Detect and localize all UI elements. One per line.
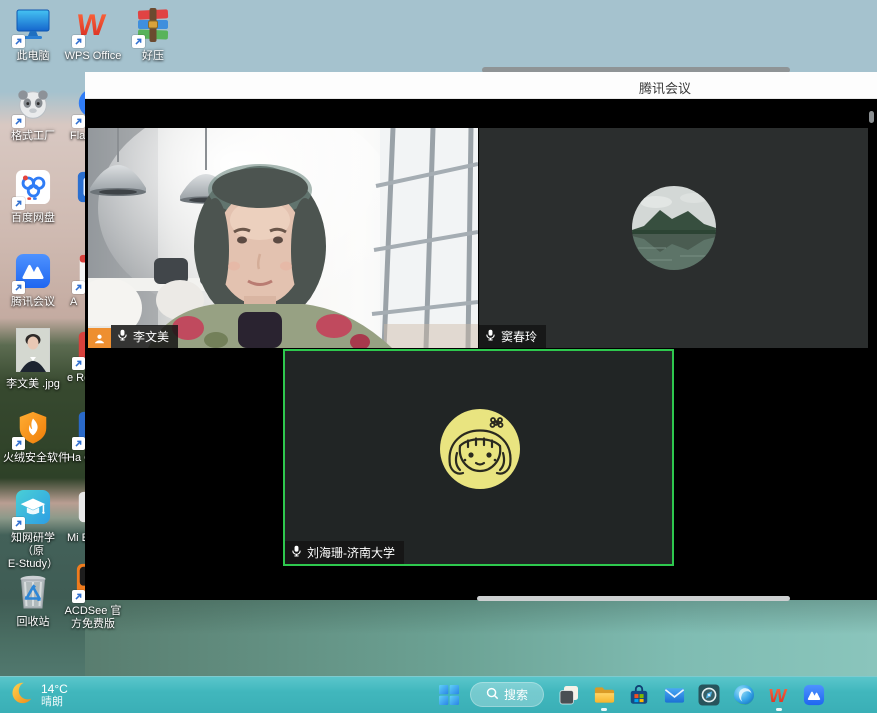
participant-name-chip: 刘海珊-济南大学	[285, 541, 404, 564]
mic-on-icon	[291, 544, 302, 561]
desktop-icon-this-pc[interactable]: 此电脑	[3, 8, 63, 63]
microsoft-store-button[interactable]	[626, 682, 652, 708]
desktop-icon-label: 腾讯会议	[3, 296, 63, 309]
window-title: 腾讯会议	[605, 78, 725, 97]
desktop-screen: 此电脑 格式工厂 百度网盘 腾讯会议	[0, 0, 877, 713]
desktop-icon-label: 百度网盘	[3, 212, 63, 225]
shortcut-arrow-icon	[72, 437, 85, 450]
desktop-icon-huorong[interactable]: 火绒安全软件	[3, 410, 63, 465]
participant-name-chip: 窦春玲	[479, 325, 546, 348]
shortcut-arrow-icon	[72, 590, 85, 603]
desktop-icon-label: WPS Office	[63, 50, 123, 63]
compass-clock-app-button[interactable]	[696, 682, 722, 708]
desktop-icon-label: 格式工厂	[3, 130, 63, 143]
video-tile-liuhaishan[interactable]: 刘海珊-济南大学	[283, 349, 674, 566]
desktop-icon-label: 知网研学（原E-Study）	[3, 532, 63, 571]
shortcut-arrow-icon	[72, 281, 85, 294]
desktop-icon-cnki-estudy[interactable]: 知网研学（原E-Study）	[3, 490, 63, 571]
desktop-icon-format-factory[interactable]: 格式工厂	[3, 88, 63, 143]
desktop-icon-label: ACDSee 官方免费版	[63, 605, 123, 631]
shortcut-arrow-icon	[72, 35, 85, 48]
moon-icon	[8, 680, 34, 711]
scrollbar-thumb[interactable]	[869, 111, 874, 123]
shortcut-arrow-icon	[12, 281, 25, 294]
mic-on-icon	[485, 328, 496, 345]
taskbar: 14°C 晴朗 搜索	[0, 676, 877, 713]
participant-name-chip: 李文美	[111, 325, 178, 348]
desktop-icon-label: 李文美 .jpg	[3, 378, 63, 391]
start-button[interactable]	[436, 682, 462, 708]
desktop-icon-photo-jpg[interactable]: 李文美 .jpg	[3, 330, 63, 391]
task-view-button[interactable]	[556, 682, 582, 708]
weather-condition: 晴朗	[41, 696, 68, 709]
taskbar-search[interactable]: 搜索	[470, 682, 544, 707]
participant-name: 窦春玲	[501, 330, 537, 344]
shortcut-arrow-icon	[12, 517, 25, 530]
edge-browser-button[interactable]	[731, 682, 757, 708]
desktop-icon-label: 此电脑	[3, 50, 63, 63]
lake-avatar	[632, 186, 716, 270]
search-label: 搜索	[504, 686, 528, 703]
tencent-meeting-window: 腾讯会议	[85, 72, 877, 600]
shortcut-arrow-icon	[12, 197, 25, 210]
shortcut-arrow-icon	[72, 115, 85, 128]
running-indicator	[776, 708, 782, 711]
desktop-icon-tencent-meeting[interactable]: 腾讯会议	[3, 254, 63, 309]
cartoon-girl-avatar	[440, 409, 520, 489]
running-indicator	[601, 708, 607, 711]
search-icon	[486, 687, 499, 703]
weather-widget[interactable]: 14°C 晴朗	[8, 680, 68, 711]
photo-thumbnail	[16, 328, 50, 377]
video-tile-douchunling[interactable]: 窦春玲	[479, 128, 868, 348]
tencent-meeting-taskbar-button[interactable]	[801, 682, 827, 708]
host-badge-icon	[88, 328, 111, 348]
recycle-bin-icon	[16, 572, 50, 615]
shortcut-arrow-icon	[12, 115, 25, 128]
wps-office-taskbar-button[interactable]: W	[766, 682, 792, 708]
video-tile-liwenmei[interactable]: 李文美	[88, 128, 478, 348]
mic-on-icon	[117, 328, 128, 345]
desktop-icon-haozip[interactable]: 好压	[123, 8, 183, 63]
participant-name: 刘海珊-济南大学	[307, 546, 395, 560]
shortcut-arrow-icon	[72, 357, 85, 370]
svg-text:W: W	[768, 686, 788, 706]
desktop-icon-recycle-bin[interactable]: 回收站	[3, 574, 63, 629]
mail-button[interactable]	[661, 682, 687, 708]
wallpaper-water	[85, 600, 877, 676]
background-window-bottom-edge	[477, 596, 790, 601]
window-titlebar[interactable]: 腾讯会议	[85, 72, 877, 99]
shortcut-arrow-icon	[132, 35, 145, 48]
desktop-icon-baidu-netdisk[interactable]: 百度网盘	[3, 170, 63, 225]
shortcut-arrow-icon	[12, 437, 25, 450]
desktop-icon-label: 火绒安全软件	[3, 452, 63, 465]
desktop-icon-label: 回收站	[3, 616, 63, 629]
desktop-icon-label: 好压	[123, 50, 183, 63]
file-explorer-button[interactable]	[591, 682, 617, 708]
meeting-toolbar-strip	[85, 99, 877, 128]
weather-temp: 14°C	[41, 682, 68, 696]
participant-name: 李文美	[133, 330, 169, 344]
webcam-video	[88, 128, 478, 348]
shortcut-arrow-icon	[12, 35, 25, 48]
desktop-icon-wps-office[interactable]: W WPS Office	[63, 8, 123, 63]
